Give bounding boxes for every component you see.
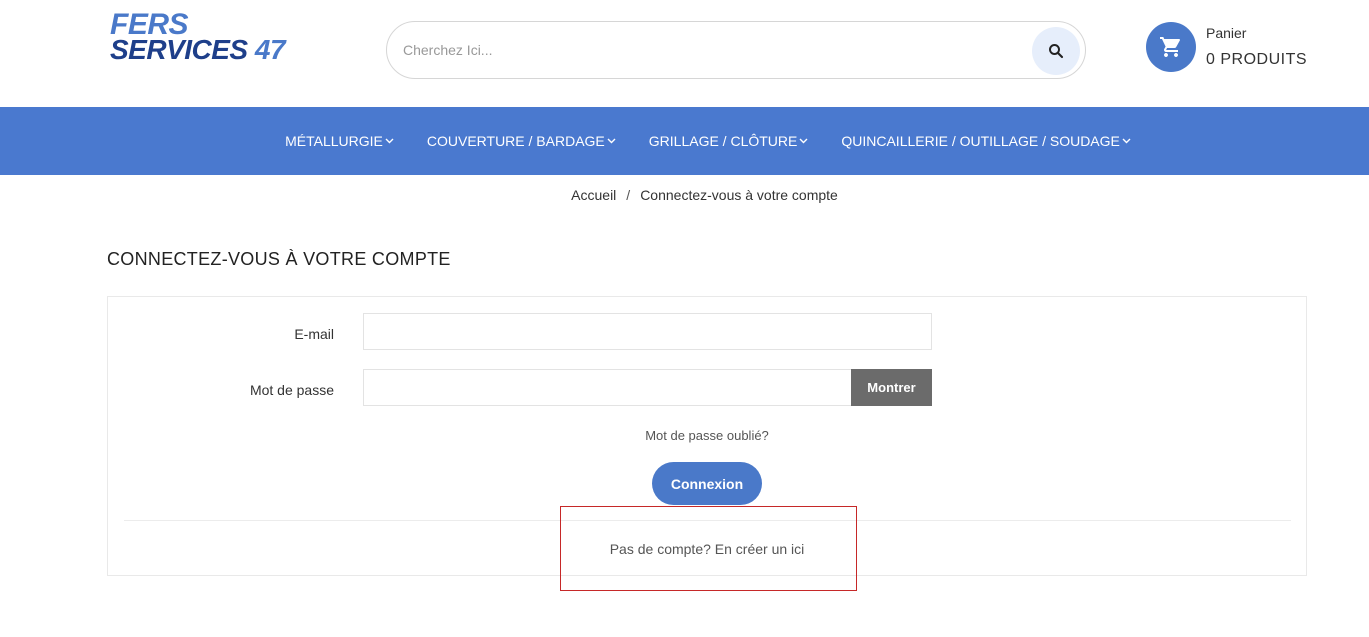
nav-item-label: QUINCAILLERIE / OUTILLAGE / SOUDAGE: [841, 133, 1120, 149]
chevron-down-icon: [607, 136, 617, 146]
show-password-button[interactable]: Montrer: [851, 369, 932, 406]
logo-number: 47: [254, 34, 286, 65]
password-label: Mot de passe: [249, 382, 334, 398]
main-nav: MÉTALLURGIE COUVERTURE / BARDAGE GRILLAG…: [0, 107, 1369, 175]
password-field[interactable]: [364, 370, 851, 405]
nav-item-label: COUVERTURE / BARDAGE: [426, 133, 605, 149]
login-form: E-mail Mot de passe Montrer Mot de passe…: [107, 296, 1307, 576]
logo-line2: SERVICES 47: [110, 34, 310, 65]
divider: [124, 520, 1291, 521]
chevron-down-icon: [385, 136, 395, 146]
cart-icon: [1160, 37, 1180, 57]
create-account-link[interactable]: Pas de compte? En créer un ici: [610, 541, 805, 557]
nav-item-metallurgie[interactable]: MÉTALLURGIE: [285, 133, 395, 149]
search-icon: [1049, 44, 1064, 59]
breadcrumb-separator: /: [626, 187, 631, 203]
cart-label[interactable]: Panier: [1206, 25, 1246, 41]
nav-item-label: GRILLAGE / CLÔTURE: [648, 133, 798, 149]
nav-item-grillage[interactable]: GRILLAGE / CLÔTURE: [649, 133, 810, 149]
cart-button[interactable]: [1146, 22, 1196, 72]
logo-line2-text: SERVICES: [110, 34, 248, 65]
email-field-wrapper: [363, 313, 932, 350]
search-button[interactable]: [1032, 27, 1080, 75]
breadcrumb: Accueil / Connectez-vous à votre compte: [0, 187, 1369, 203]
page-title: CONNECTEZ-VOUS À VOTRE COMPTE: [107, 249, 451, 269]
breadcrumb-current: Connectez-vous à votre compte: [640, 187, 838, 203]
chevron-down-icon: [799, 136, 809, 146]
email-label: E-mail: [294, 326, 334, 342]
chevron-down-icon: [1122, 136, 1132, 146]
email-field[interactable]: [364, 314, 931, 349]
site-logo[interactable]: FERS SERVICES 47: [110, 10, 310, 65]
nav-item-couverture[interactable]: COUVERTURE / BARDAGE: [427, 133, 617, 149]
forgot-password-row: Mot de passe oublié?: [108, 428, 1306, 443]
password-field-wrapper: [363, 369, 852, 406]
breadcrumb-home[interactable]: Accueil: [571, 187, 616, 203]
nav-item-label: MÉTALLURGIE: [285, 133, 383, 149]
login-button[interactable]: Connexion: [652, 462, 762, 505]
nav-item-quincaillerie[interactable]: QUINCAILLERIE / OUTILLAGE / SOUDAGE: [841, 133, 1132, 149]
search-input[interactable]: [403, 36, 1023, 64]
forgot-password-link[interactable]: Mot de passe oublié?: [645, 428, 769, 443]
cart-count[interactable]: 0 PRODUITS: [1206, 51, 1307, 69]
no-account-row: Pas de compte? En créer un ici: [108, 541, 1306, 557]
site-header: FERS SERVICES 47 Panier 0 PRODUITS: [0, 0, 1369, 107]
search-bar: [386, 21, 1086, 79]
